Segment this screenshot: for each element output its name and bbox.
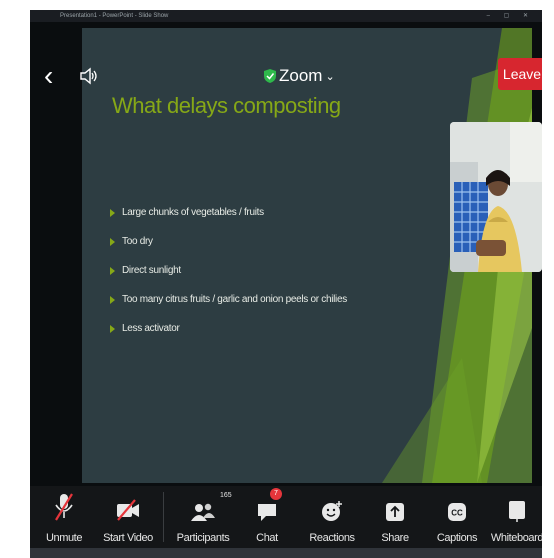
toolbar-divider [163,492,164,542]
start-video-label: Start Video [103,532,153,544]
window-title: Presentation1 - PowerPoint - Slide Show [60,13,169,19]
windows-taskbar [30,548,542,558]
muted-mic-icon [55,493,73,521]
webcam-feed [450,122,542,272]
participants-count: 165 [220,492,232,499]
participants-label: Participants [176,532,230,544]
captions-label: Captions [436,532,478,544]
zoom-label: Zoom [279,66,323,85]
meeting-window: Presentation1 - PowerPoint - Slide Show … [30,10,542,558]
slide-bullets: Large chunks of vegetables / fruits Too … [110,198,347,343]
bullet-item: Direct sunlight [110,256,347,285]
shield-check-icon [264,69,276,83]
unmute-label: Unmute [45,532,83,544]
leave-button[interactable]: Leave [498,58,542,90]
window-controls[interactable]: – ▢ ✕ [487,10,534,22]
meeting-toolbar: Unmute Start Video 165 Participants 7 Ch… [30,486,542,558]
chevron-down-icon: ⌄ [325,70,335,83]
bullet-item: Too many citrus fruits / garlic and onio… [110,285,347,314]
svg-text:CC: CC [451,509,463,518]
video-off-icon [117,499,139,521]
reactions-icon [322,501,342,521]
bullet-arrow-icon [110,208,115,217]
bullet-item: Too dry [110,227,347,256]
bullet-arrow-icon [110,266,115,275]
chat-icon [258,504,276,521]
zoom-info-dropdown[interactable]: Zoom ⌄ [264,66,335,86]
meeting-top-bar: ‹ Zoom ⌄ Leave [30,58,542,98]
bullet-arrow-icon [110,237,115,246]
bullet-item: Large chunks of vegetables / fruits [110,198,347,227]
share-label: Share [381,532,409,544]
bullet-arrow-icon [110,324,115,333]
speaker-icon[interactable] [78,66,98,86]
chat-badge: 7 [270,488,282,500]
bullet-arrow-icon [110,295,115,304]
bullet-item: Less activator [110,314,347,343]
whiteboard-label: Whiteboard [490,532,542,544]
share-icon [386,503,404,521]
participant-video-thumbnail[interactable] [450,122,542,272]
participants-icon [191,503,215,521]
reactions-label: Reactions [309,532,355,544]
powerpoint-titlebar: Presentation1 - PowerPoint - Slide Show … [30,10,542,22]
whiteboard-icon [509,501,525,522]
chat-label: Chat [256,532,278,544]
back-arrow-icon[interactable]: ‹ [44,62,53,90]
captions-icon: CC [448,503,466,521]
